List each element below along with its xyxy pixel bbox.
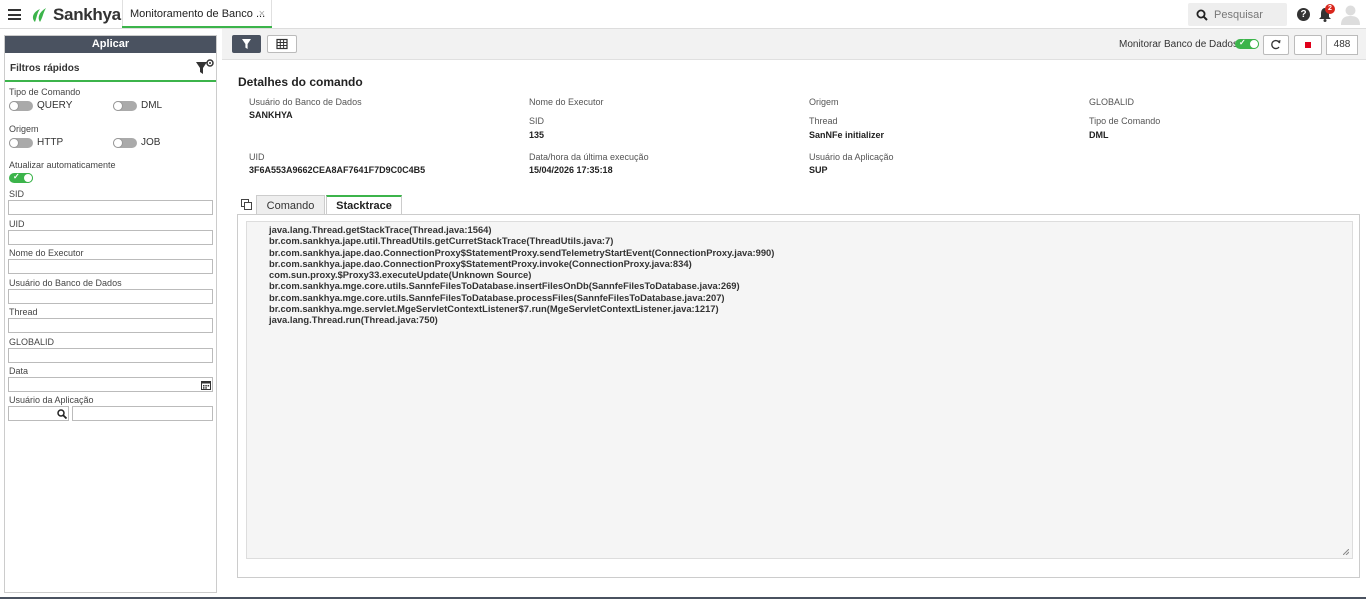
uid-input[interactable] [8,230,213,245]
last-exec-detail-label: Data/hora da última execução [529,152,649,162]
filter-settings-icon[interactable] [195,59,215,76]
executor-detail-label: Nome do Executor [529,97,604,107]
details-title: Detalhes do comando [238,75,363,89]
date-label: Data [9,366,29,376]
job-toggle[interactable] [113,138,137,148]
command-type-detail-value: DML [1089,130,1109,140]
stacktrace-panel: java.lang.Thread.getStackTrace(Thread.ja… [237,214,1360,578]
brand-name: Sankhya [53,5,121,24]
tab-comando[interactable]: Comando [256,195,325,215]
filters-sidebar: Aplicar Filtros rápidos Tipo de Comando … [4,35,217,593]
stacktrace-line: br.com.sankhya.mge.core.utils.SannfeFile… [269,291,725,303]
grid-icon [276,38,288,50]
uid-detail-value: 3F6A553A9662CEA8AF7641F7D9C0C4B5 [249,165,426,175]
stacktrace-line: br.com.sankhya.mge.servlet.MgeServletCon… [269,303,719,315]
globalid-label: GLOBALID [9,337,55,347]
stacktrace-line: br.com.sankhya.jape.util.ThreadUtils.get… [269,235,614,247]
date-input[interactable] [8,377,213,392]
db-user-detail-label: Usuário do Banco de Dados [249,97,362,107]
auto-update-toggle[interactable]: ✓ [9,172,33,183]
filter-toggle-button[interactable] [232,35,261,53]
quick-filters-divider [5,80,216,82]
quick-filters-title: Filtros rápidos [10,63,80,74]
dml-toggle[interactable] [113,101,137,111]
db-user-label: Usuário do Banco de Dados [9,278,122,288]
main-panel: Monitorar Banco de Dados ✓ 488 Detalhes … [222,29,1366,599]
dml-label: DML [141,100,163,111]
thread-detail-label: Thread [809,116,838,126]
globalid-input[interactable] [8,348,213,363]
command-type-label: Tipo de Comando [9,87,81,97]
check-icon: ✓ [13,172,20,181]
origin-label: Origem [9,124,39,134]
stop-icon [1305,42,1311,48]
avatar[interactable] [1341,4,1360,25]
app-user-detail-label: Usuário da Aplicação [809,152,894,162]
app-user-label: Usuário da Aplicação [9,395,94,405]
app-user-detail-value: SUP [809,165,828,175]
help-icon[interactable]: ? [1297,8,1310,21]
sid-input[interactable] [8,200,213,215]
stacktrace-line: br.com.sankhya.jape.dao.ConnectionProxy$… [269,246,775,258]
executor-label: Nome do Executor [9,248,84,258]
sid-detail-value: 135 [529,130,545,140]
sid-detail-label: SID [529,116,545,126]
resize-handle-icon[interactable] [1343,549,1349,555]
uid-label: UID [9,219,25,229]
stacktrace-line: br.com.sankhya.mge.core.utils.SannfeFile… [269,280,740,292]
auto-update-label: Atualizar automaticamente [9,160,116,170]
toolbar: Monitorar Banco de Dados ✓ 488 [222,29,1366,60]
sankhya-logo-icon [32,8,46,22]
monitor-db-label: Monitorar Banco de Dados [1119,39,1238,50]
stacktrace-line: java.lang.Thread.run(Thread.java:750) [269,314,438,326]
app-user-name-input[interactable] [72,406,213,421]
http-label: HTTP [37,137,64,148]
monitor-db-toggle[interactable]: ✓ [1235,38,1259,49]
record-count: 488 [1326,35,1358,55]
thread-detail-value: SanNFe initializer [809,130,885,140]
tab-monitoramento[interactable]: Monitoramento de Banco ... × [122,0,272,28]
query-label: QUERY [37,100,73,111]
uid-detail-label: UID [249,152,265,162]
notification-badge: 2 [1325,4,1335,14]
search-icon [1196,9,1208,21]
origin-detail-label: Origem [809,97,839,107]
search-icon[interactable] [57,409,67,419]
search-input[interactable] [1214,8,1284,21]
thread-label: Thread [9,307,38,317]
global-search[interactable] [1188,3,1287,26]
menu-icon[interactable] [8,9,21,20]
copy-icon[interactable] [241,199,252,210]
stacktrace-line: java.lang.Thread.getStackTrace(Thread.ja… [269,224,492,235]
check-icon: ✓ [1239,38,1246,47]
stacktrace-textarea[interactable]: java.lang.Thread.getStackTrace(Thread.ja… [246,221,1353,559]
command-type-detail-label: Tipo de Comando [1089,116,1161,126]
job-label: JOB [141,137,161,148]
apply-button[interactable]: Aplicar [5,36,216,53]
thread-input[interactable] [8,318,213,333]
executor-input[interactable] [8,259,213,274]
top-bar: Sankhya Monitoramento de Banco ... × ? 2 [0,0,1366,29]
http-toggle[interactable] [9,138,33,148]
filter-icon [242,39,251,49]
refresh-button[interactable] [1263,35,1289,55]
calendar-icon[interactable] [201,380,211,390]
brand-logo[interactable]: Sankhya [29,5,121,25]
refresh-icon [1271,39,1281,50]
app-user-code-input[interactable] [8,406,69,421]
globalid-detail-label: GLOBALID [1089,97,1135,107]
tab-monitoramento-label: Monitoramento de Banco ... [130,8,266,20]
query-toggle[interactable] [9,101,33,111]
active-tab-indicator [122,26,272,28]
stacktrace-line: com.sun.proxy.$Proxy33.executeUpdate(Unk… [269,269,532,281]
tab-stacktrace[interactable]: Stacktrace [326,195,402,216]
db-user-input[interactable] [8,289,213,304]
stacktrace-line: br.com.sankhya.jape.dao.ConnectionProxy$… [269,257,692,269]
stop-button[interactable] [1294,35,1322,55]
db-user-detail-value: SANKHYA [249,110,293,120]
last-exec-detail-value: 15/04/2026 17:35:18 [529,165,613,175]
close-icon[interactable]: × [259,8,265,20]
grid-view-button[interactable] [267,35,297,53]
sid-label: SID [9,189,25,199]
